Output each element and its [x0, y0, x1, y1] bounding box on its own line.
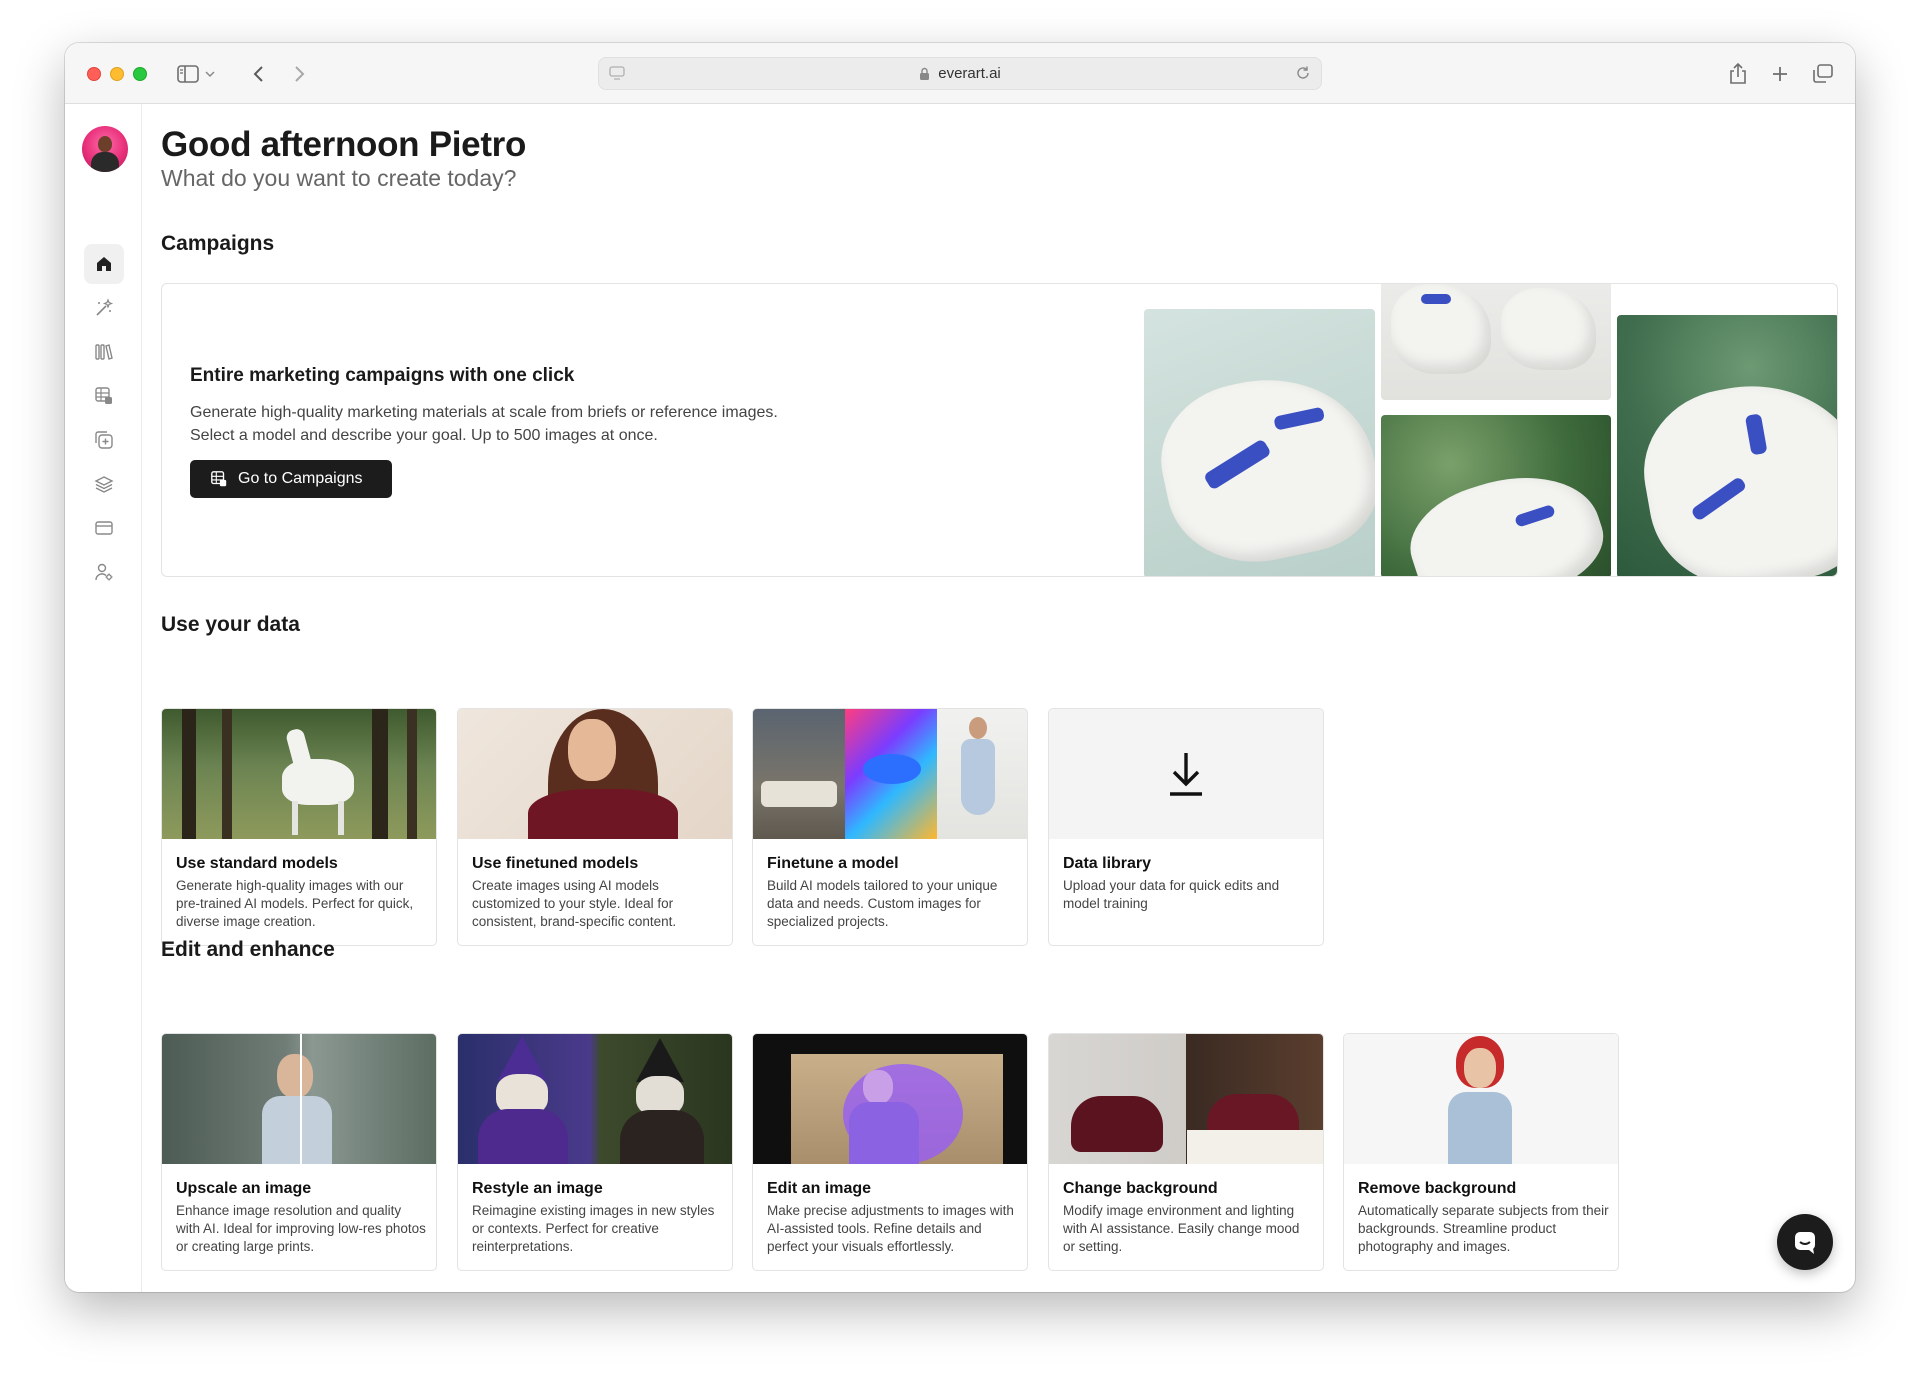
campaign-image-sneaker-1	[1144, 309, 1375, 576]
card-upscale-an-image[interactable]: Upscale an image Enhance image resolutio…	[161, 1033, 437, 1271]
app-sidebar	[65, 104, 142, 1292]
card-description: Reimagine existing images in new styles …	[472, 1203, 715, 1254]
lock-icon	[920, 67, 930, 80]
card-restyle-an-image[interactable]: Restyle an image Reimagine existing imag…	[457, 1033, 733, 1271]
sidebar-item-home[interactable]	[84, 244, 124, 284]
chat-icon	[1795, 1232, 1815, 1254]
home-icon	[97, 257, 111, 271]
finetune-model-image	[753, 709, 1027, 839]
campaigns-icon	[95, 387, 112, 404]
sidebar-item-add-image[interactable]	[84, 420, 124, 460]
card-remove-background[interactable]: Remove background Automatically separate…	[1343, 1033, 1619, 1271]
use-your-data-cards: Use standard models Generate high-qualit…	[161, 708, 1841, 946]
restyle-image	[458, 1034, 732, 1164]
credit-card-icon	[95, 521, 113, 535]
card-use-finetuned-models[interactable]: Use finetuned models Create images using…	[457, 708, 733, 946]
card-title: Edit an image	[767, 1180, 872, 1197]
card-description: Generate high-quality images with our pr…	[176, 878, 414, 929]
card-description: Create images using AI models customized…	[472, 878, 677, 929]
avatar[interactable]	[82, 126, 128, 172]
standard-models-image	[162, 709, 436, 839]
card-data-library[interactable]: Data library Upload your data for quick …	[1048, 708, 1324, 946]
sidebar-item-generate[interactable]	[84, 288, 124, 328]
card-title: Upscale an image	[176, 1180, 312, 1197]
card-description: Enhance image resolution and quality wit…	[176, 1203, 426, 1254]
card-title: Use finetuned models	[472, 855, 639, 872]
browser-toolbar: everart.ai	[65, 43, 1855, 104]
card-title: Use standard models	[176, 855, 338, 872]
page-title: Good afternoon Pietro	[161, 125, 527, 164]
upscale-image	[162, 1034, 436, 1164]
page-subtitle: What do you want to create today?	[161, 165, 517, 191]
sidebar-item-billing[interactable]	[84, 508, 124, 548]
tab-overview-icon[interactable]	[1810, 61, 1836, 87]
card-description: Upload your data for quick edits and mod…	[1063, 878, 1280, 911]
card-title: Remove background	[1358, 1180, 1517, 1197]
data-library-image	[1049, 709, 1323, 839]
magic-wand-icon	[96, 298, 114, 316]
library-icon	[95, 344, 113, 360]
sidebar-item-library[interactable]	[84, 332, 124, 372]
download-icon	[1170, 753, 1202, 796]
card-title: Finetune a model	[767, 855, 899, 872]
share-icon[interactable]	[1725, 61, 1751, 87]
url-text: everart.ai	[938, 65, 1001, 82]
card-title: Data library	[1063, 855, 1152, 872]
maximize-window-button[interactable]	[133, 67, 147, 81]
card-title: Restyle an image	[472, 1180, 603, 1197]
add-image-icon	[95, 431, 113, 449]
layers-icon	[94, 476, 114, 493]
campaign-image-sneaker-3	[1381, 415, 1611, 576]
card-finetune-a-model[interactable]: Finetune a model Build AI models tailore…	[752, 708, 1028, 946]
card-edit-an-image[interactable]: Edit an image Make precise adjustments t…	[752, 1033, 1028, 1271]
finetuned-models-image	[458, 709, 732, 839]
sidebar-item-campaigns[interactable]	[84, 376, 124, 416]
card-description: Modify image environment and lighting wi…	[1063, 1203, 1300, 1254]
sidebar-toggle-icon[interactable]	[175, 61, 201, 87]
support-chat-button[interactable]	[1777, 1214, 1833, 1270]
back-arrow-icon[interactable]	[246, 61, 272, 87]
reload-icon[interactable]	[1295, 65, 1311, 85]
card-title: Change background	[1063, 1180, 1218, 1197]
edit-enhance-cards: Upscale an image Enhance image resolutio…	[161, 1033, 1841, 1271]
chevron-down-icon[interactable]	[202, 61, 218, 87]
edit-enhance-section-title: Edit and enhance	[161, 938, 335, 961]
campaigns-card-title: Entire marketing campaigns with one clic…	[190, 365, 575, 386]
minimize-window-button[interactable]	[110, 67, 124, 81]
change-background-image	[1049, 1034, 1323, 1164]
edit-image	[753, 1034, 1027, 1164]
go-to-campaigns-label: Go to Campaigns	[238, 470, 363, 487]
sidebar-item-layers[interactable]	[84, 464, 124, 504]
card-description: Automatically separate subjects from the…	[1358, 1203, 1609, 1254]
close-window-button[interactable]	[87, 67, 101, 81]
go-to-campaigns-button[interactable]: Go to Campaigns	[190, 460, 392, 498]
card-description: Build AI models tailored to your unique …	[767, 878, 998, 929]
user-settings-icon	[95, 563, 113, 581]
campaigns-card[interactable]: Entire marketing campaigns with one clic…	[161, 283, 1838, 577]
card-change-background[interactable]: Change background Modify image environme…	[1048, 1033, 1324, 1271]
remove-background-image	[1344, 1034, 1618, 1164]
browser-window: everart.ai Good afternoon Pietro What do…	[65, 43, 1855, 1292]
page-menu-icon[interactable]	[609, 66, 625, 84]
campaigns-card-description: Generate high-quality marketing material…	[190, 404, 778, 444]
address-bar[interactable]: everart.ai	[598, 57, 1322, 90]
sidebar-item-account[interactable]	[84, 552, 124, 592]
main-content: Good afternoon Pietro What do you want t…	[161, 104, 1841, 1292]
card-use-standard-models[interactable]: Use standard models Generate high-qualit…	[161, 708, 437, 946]
use-your-data-section-title: Use your data	[161, 613, 300, 636]
campaign-image-sneaker-2	[1381, 284, 1611, 400]
new-tab-icon[interactable]	[1767, 61, 1793, 87]
campaigns-icon	[211, 471, 227, 487]
campaign-image-sneaker-4	[1617, 315, 1837, 576]
card-description: Make precise adjustments to images with …	[767, 1203, 1014, 1254]
forward-arrow-icon[interactable]	[286, 61, 312, 87]
campaigns-section-title: Campaigns	[161, 232, 275, 255]
